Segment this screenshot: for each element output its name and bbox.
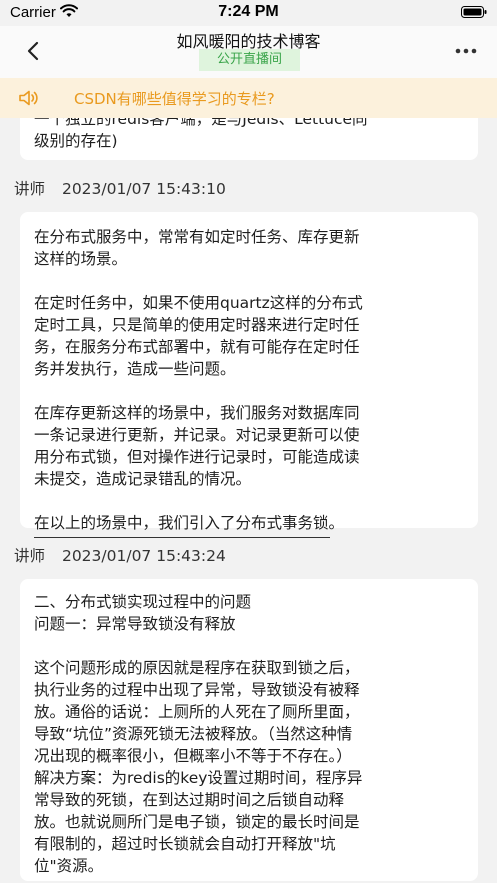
notice-banner[interactable]: CSDN有哪些值得学习的专栏?: [0, 78, 497, 118]
message-line: [34, 380, 363, 402]
message-line: 在分布式服务中，常常有如定时任务、库存更新: [34, 228, 360, 246]
message-line: 级别的存在): [34, 132, 118, 150]
status-bar: Carrier 7:24 PM: [0, 0, 497, 26]
author-name: 讲师: [14, 547, 46, 565]
notice-text: CSDN有哪些值得学习的专栏?: [74, 90, 275, 108]
message-line: 导致“坑位”资源死锁无法被释放。（当然这种情: [34, 725, 353, 743]
message-line: 务并发执行，造成一些问题。: [34, 360, 236, 378]
battery-icon: [461, 6, 487, 18]
message-bubble: 二、分布式锁实现过程中的问题 问题一：异常导致锁没有释放 这个问题形成的原因就是…: [20, 579, 478, 881]
nav-bar: 如风暖阳的技术博客 公开直播间: [0, 26, 497, 78]
message-line: 未提交，造成记录错乱的情况。: [34, 470, 252, 488]
live-room-badge: 公开直播间: [199, 49, 300, 71]
message-line: 况出现的概率很小，但概率小不等于不存在。）: [34, 747, 352, 765]
message-line: 问题一：异常导致锁没有释放: [34, 615, 236, 633]
message-line: 在库存更新这样的场景中，我们服务对数据库同: [34, 404, 360, 422]
message-feed[interactable]: 一个独立的redis客户端，是与Jedis、Lettuce同 级别的存在) 讲师…: [0, 118, 497, 883]
message-timestamp: 2023/01/07 15:43:10: [61, 180, 226, 198]
message-line: 解决方案：为redis的key设置过期时间，程序异: [34, 769, 363, 787]
message-timestamp: 2023/01/07 15:43:24: [61, 547, 226, 565]
more-options-icon[interactable]: [455, 44, 477, 58]
message-line: [34, 270, 363, 292]
clock-time: 7:24 PM: [218, 3, 279, 20]
message-line: 一个独立的redis客户端，是与Jedis、Lettuce同: [34, 118, 368, 128]
message-line: 这样的场景。: [34, 250, 128, 268]
message-line: 放。也就说厕所门是电子锁，锁定的最长时间是: [34, 813, 360, 831]
author-name: 讲师: [14, 180, 46, 198]
message-line: 用分布式锁，但对操作进行记录时，可能造成读: [34, 448, 360, 466]
message-line: 在以上的场景中，我们引入了分布式事务锁。: [34, 514, 345, 532]
message-bubble: 在分布式服务中，常常有如定时任务、库存更新 这样的场景。 在定时任务中，如果不使…: [20, 212, 478, 538]
message-bubble: 一个独立的redis客户端，是与Jedis、Lettuce同 级别的存在): [20, 118, 478, 160]
message-meta: 讲师 2023/01/07 15:43:10: [14, 177, 226, 199]
message-line: 务，在服务分布式部署中，就有可能存在定时任: [34, 338, 360, 356]
divider-line: [34, 537, 330, 538]
message-line: 常导致的死锁，在到达过期时间之后锁自动释: [34, 791, 345, 809]
message-line: 执行业务的过程中出现了异常，导致锁没有被释: [34, 681, 360, 699]
message-line: 一条记录进行更新，并记录。对记录更新可以使: [34, 426, 360, 444]
message-line: 放。通俗的话说：上厕所的人死在了厕所里面，: [34, 703, 360, 721]
message-line: [34, 490, 363, 512]
message-meta: 讲师 2023/01/07 15:43:24: [14, 544, 226, 566]
message-line: [34, 635, 362, 657]
message-line: 有限制的，超过时长锁就会自动打开释放"坑: [34, 835, 336, 853]
message-line: 定时工具，只是简单的使用定时器来进行定时任: [34, 316, 360, 334]
message-line: 在定时任务中，如果不使用quartz这样的分布式: [34, 294, 363, 312]
speaker-icon: [19, 90, 38, 106]
message-line: 这个问题形成的原因就是程序在获取到锁之后，: [34, 659, 360, 677]
message-line: 位"资源。: [34, 857, 104, 875]
message-line: 二、分布式锁实现过程中的问题: [34, 593, 252, 611]
